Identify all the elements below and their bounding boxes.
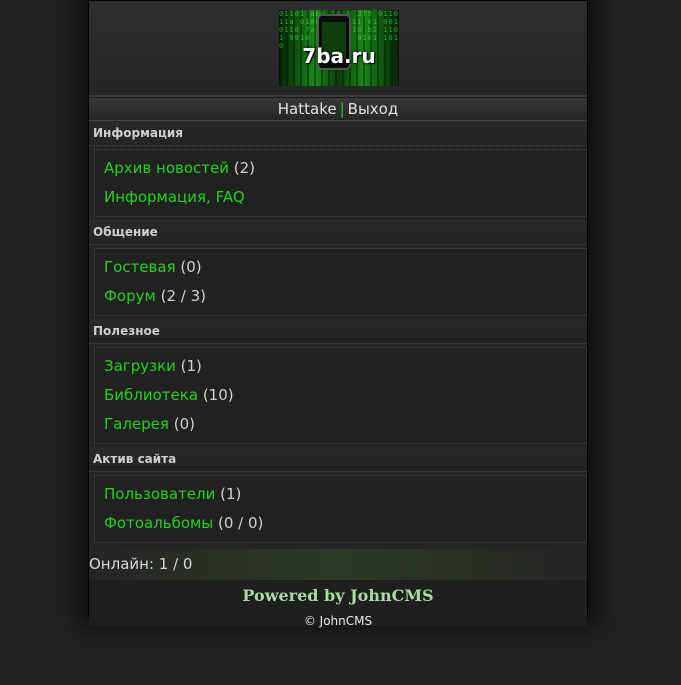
menu-item-users[interactable]: Пользователи (1) — [104, 480, 586, 509]
userbar-separator: | — [339, 100, 345, 118]
menu-site-activity: Пользователи (1) Фотоальбомы (0 / 0) — [94, 475, 587, 543]
menu-item-link[interactable]: Фотоальбомы — [104, 514, 213, 532]
menu-item-forum[interactable]: Форум (2 / 3) — [104, 282, 586, 311]
user-bar: Hattake | Выход — [89, 97, 587, 121]
menu-item-count: (10) — [202, 386, 234, 404]
section-title-useful: Полезное — [89, 319, 587, 344]
page-container: 01101 abc 1010 3f9 0110 11a 0100 xd 1011… — [88, 0, 588, 628]
header: 01101 abc 1010 3f9 0110 11a 0100 xd 1011… — [89, 1, 587, 97]
menu-item-count: (1) — [180, 357, 202, 375]
section-title-site-activity: Актив сайта — [89, 447, 587, 472]
menu-item-link[interactable]: Галерея — [104, 415, 169, 433]
menu-item-downloads[interactable]: Загрузки (1) — [104, 352, 586, 381]
menu-item-faq[interactable]: Информация, FAQ — [104, 183, 586, 212]
menu-item-count: (2) — [233, 159, 256, 177]
powered-by-text: Powered by JohnCMS — [242, 586, 434, 605]
menu-item-news-archive[interactable]: Архив новостей (2) — [104, 154, 586, 183]
menu-item-link[interactable]: Информация, FAQ — [104, 188, 245, 206]
menu-item-count: (1) — [220, 485, 242, 503]
section-title-info: Информация — [89, 121, 587, 146]
footer: Powered by JohnCMS © JohnCMS — [89, 580, 587, 628]
menu-communication: Гостевая (0) Форум (2 / 3) — [94, 248, 587, 316]
menu-item-gallery[interactable]: Галерея (0) — [104, 410, 586, 439]
menu-item-link[interactable]: Пользователи — [104, 485, 215, 503]
menu-item-count: (2 / 3) — [160, 287, 206, 305]
copyright-text: © JohnCMS — [303, 614, 373, 628]
menu-useful: Загрузки (1) Библиотека (10) Галерея (0) — [94, 347, 587, 444]
menu-item-link[interactable]: Библиотека — [104, 386, 198, 404]
menu-item-count: (0 / 0) — [218, 514, 264, 532]
menu-item-photo-albums[interactable]: Фотоальбомы (0 / 0) — [104, 509, 586, 538]
site-logo[interactable]: 01101 abc 1010 3f9 0110 11a 0100 xd 1011… — [279, 10, 399, 86]
menu-item-link[interactable]: Форум — [104, 287, 156, 305]
menu-info: Архив новостей (2) Информация, FAQ — [94, 149, 587, 217]
menu-item-link[interactable]: Гостевая — [104, 258, 176, 276]
online-counter[interactable]: Онлайн: 1 / 0 — [89, 549, 587, 580]
logout-link[interactable]: Выход — [348, 100, 399, 118]
logo-text: 7ba.ru — [302, 44, 376, 68]
menu-item-count: (0) — [180, 258, 202, 276]
menu-item-guestbook[interactable]: Гостевая (0) — [104, 253, 586, 282]
menu-item-library[interactable]: Библиотека (10) — [104, 381, 586, 410]
section-title-communication: Общение — [89, 220, 587, 245]
username-link[interactable]: Hattake — [278, 100, 337, 118]
menu-item-link[interactable]: Архив новостей — [104, 159, 229, 177]
menu-item-count: (0) — [173, 415, 195, 433]
menu-item-link[interactable]: Загрузки — [104, 357, 176, 375]
